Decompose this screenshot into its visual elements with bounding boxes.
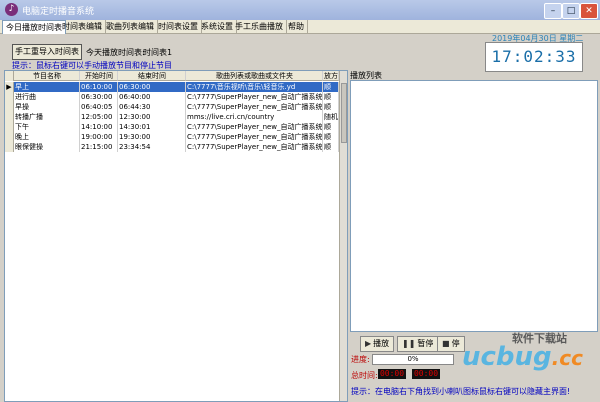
playlist-box[interactable]	[350, 80, 598, 332]
table-cell: 顺	[323, 142, 339, 152]
col-program-name[interactable]: 节目名称	[14, 71, 80, 81]
tab-bar: 今日播放时间表 时间表编辑 歌曲列表编辑 时间表设置 系统设置 手工乐曲播放 帮…	[0, 20, 600, 34]
table-cell: 顺	[323, 122, 339, 132]
row-marker	[5, 142, 14, 152]
table-cell: 顺	[323, 92, 339, 102]
schedule-table: 节目名称 开始时间 结束时间 歌曲列表或歌曲或文件夹 放方 ▶ 早上 06:10:0…	[4, 70, 348, 402]
table-cell: C:\7777\SuperPlayer_new_自动广播系统\w	[187, 92, 323, 102]
tab-today-schedule[interactable]: 今日播放时间表	[2, 20, 66, 34]
manual-import-button[interactable]: 手工重导入时间表	[12, 44, 82, 60]
play-icon: ▶	[365, 339, 372, 348]
table-cell: 下午	[14, 122, 80, 132]
total-time: 00:00	[412, 369, 440, 379]
table-cell: 早上	[14, 82, 80, 92]
tab-song-list-edit[interactable]: 歌曲列表编辑	[103, 20, 158, 33]
table-cell: 06:40:05	[80, 102, 118, 112]
table-row[interactable]: ▶ 早上 06:10:00 06:30:00 C:\7777\音乐视听\音乐\轻音乐.y…	[5, 82, 339, 92]
table-row[interactable]: 转播广播 12:05:00 12:30:00 mms://live.cri.cn/co…	[5, 112, 339, 122]
tab-manual-play[interactable]: 手工乐曲播放	[232, 20, 287, 33]
table-cell: 随机	[324, 112, 339, 122]
today-schedule-label: 今天播放时间表:	[86, 48, 145, 57]
window-title: 电脑定时播音系统	[22, 7, 95, 17]
table-cell: 23:34:54	[118, 142, 186, 152]
row-marker	[5, 112, 14, 122]
table-cell: 进行曲	[14, 92, 80, 102]
clock-display: 17:02:33	[485, 42, 583, 72]
table-cell: 顺	[323, 132, 339, 142]
row-marker	[5, 132, 14, 142]
table-cell: 19:30:00	[118, 132, 186, 142]
table-cell: 06:30:00	[118, 82, 186, 92]
table-header: 节目名称 开始时间 结束时间 歌曲列表或歌曲或文件夹 放方	[5, 71, 339, 81]
table-cell: 转播广播	[14, 112, 80, 122]
table-row[interactable]: 下午 14:10:00 14:30:01 C:\7777\SuperPlayer_ne…	[5, 122, 339, 132]
schedule-name: 时间表1	[143, 48, 173, 57]
maximize-button[interactable]: □	[562, 3, 580, 19]
table-cell: C:\7777\SuperPlayer_new_自动广播系统\w	[187, 132, 323, 142]
table-cell: 早操	[14, 102, 80, 112]
progress-value: 0%	[407, 355, 419, 363]
col-play-mode[interactable]: 放方	[323, 71, 339, 81]
play-button[interactable]: ▶ 播放	[360, 336, 395, 352]
total-time-label: 总时间:	[351, 371, 378, 380]
row-marker	[5, 102, 14, 112]
row-marker	[5, 122, 14, 132]
table-row[interactable]: 早操 06:40:05 06:44:30 C:\7777\SuperPlayer_ne…	[5, 102, 339, 112]
row-marker	[5, 92, 14, 102]
table-cell: 14:10:00	[80, 122, 118, 132]
col-end-time[interactable]: 结束时间	[118, 71, 186, 81]
table-cell: 19:00:00	[80, 132, 118, 142]
table-cell: 12:05:00	[80, 112, 118, 122]
tab-help[interactable]: 帮助	[285, 20, 308, 33]
scroll-thumb[interactable]	[341, 83, 347, 143]
elapsed-time: 00:00	[378, 369, 406, 379]
table-cell: C:\7777\SuperPlayer_new_自动广播系统\w	[187, 102, 323, 112]
pause-button[interactable]: ❚❚ 暂停	[397, 336, 439, 352]
pause-icon: ❚❚	[402, 339, 416, 348]
tab-schedule-settings[interactable]: 时间表设置	[155, 20, 202, 33]
table-cell: 14:30:01	[118, 122, 186, 132]
table-cell: 21:15:00	[80, 142, 118, 152]
progress-bar: 0%	[372, 354, 454, 365]
table-cell: 晚上	[14, 132, 80, 142]
music-note-icon: ♪	[5, 3, 18, 16]
table-row[interactable]: 晚上 19:00:00 19:30:00 C:\7777\SuperPlayer_ne…	[5, 132, 339, 142]
table-cell: 06:30:00	[80, 92, 118, 102]
table-cell: 眼保健操	[14, 142, 80, 152]
close-button[interactable]: ✕	[580, 3, 598, 19]
table-cell: 顺	[323, 102, 339, 112]
table-cell: C:\7777\SuperPlayer_new_自动广播系统\w	[187, 122, 323, 132]
table-cell: mms://live.cri.cn/country	[186, 112, 323, 122]
table-scrollbar[interactable]	[339, 71, 347, 401]
col-song-source[interactable]: 歌曲列表或歌曲或文件夹	[186, 71, 323, 81]
table-cell: 06:40:00	[118, 92, 186, 102]
col-start-time[interactable]: 开始时间	[80, 71, 118, 81]
table-row[interactable]: 进行曲 06:30:00 06:40:00 C:\7777\SuperPlayer_n…	[5, 92, 339, 102]
table-cell: 顺	[323, 82, 339, 92]
table-cell: C:\7777\音乐视听\音乐\轻音乐.yd	[186, 82, 323, 92]
watermark-main: ucbug.cc	[462, 342, 583, 372]
tab-schedule-edit[interactable]: 时间表编辑	[59, 20, 106, 33]
title-bar: ♪ 电脑定时播音系统 – □ ✕	[0, 0, 600, 21]
watermark-logo: 软件下载站 ucbug.cc	[460, 330, 600, 400]
progress-label: 进度:	[351, 355, 370, 364]
minimize-button[interactable]: –	[544, 3, 562, 19]
row-pointer-icon: ▶	[5, 82, 14, 92]
stop-icon: ■	[442, 339, 450, 348]
table-cell: 06:44:30	[118, 102, 186, 112]
table-cell: 06:10:00	[80, 82, 118, 92]
table-cell: 12:30:00	[118, 112, 186, 122]
table-cell: C:\7777\SuperPlayer_new_自动广播系统\w	[187, 142, 323, 152]
table-row[interactable]: 眼保健操 21:15:00 23:34:54 C:\7777\SuperPlayer_…	[5, 142, 339, 152]
